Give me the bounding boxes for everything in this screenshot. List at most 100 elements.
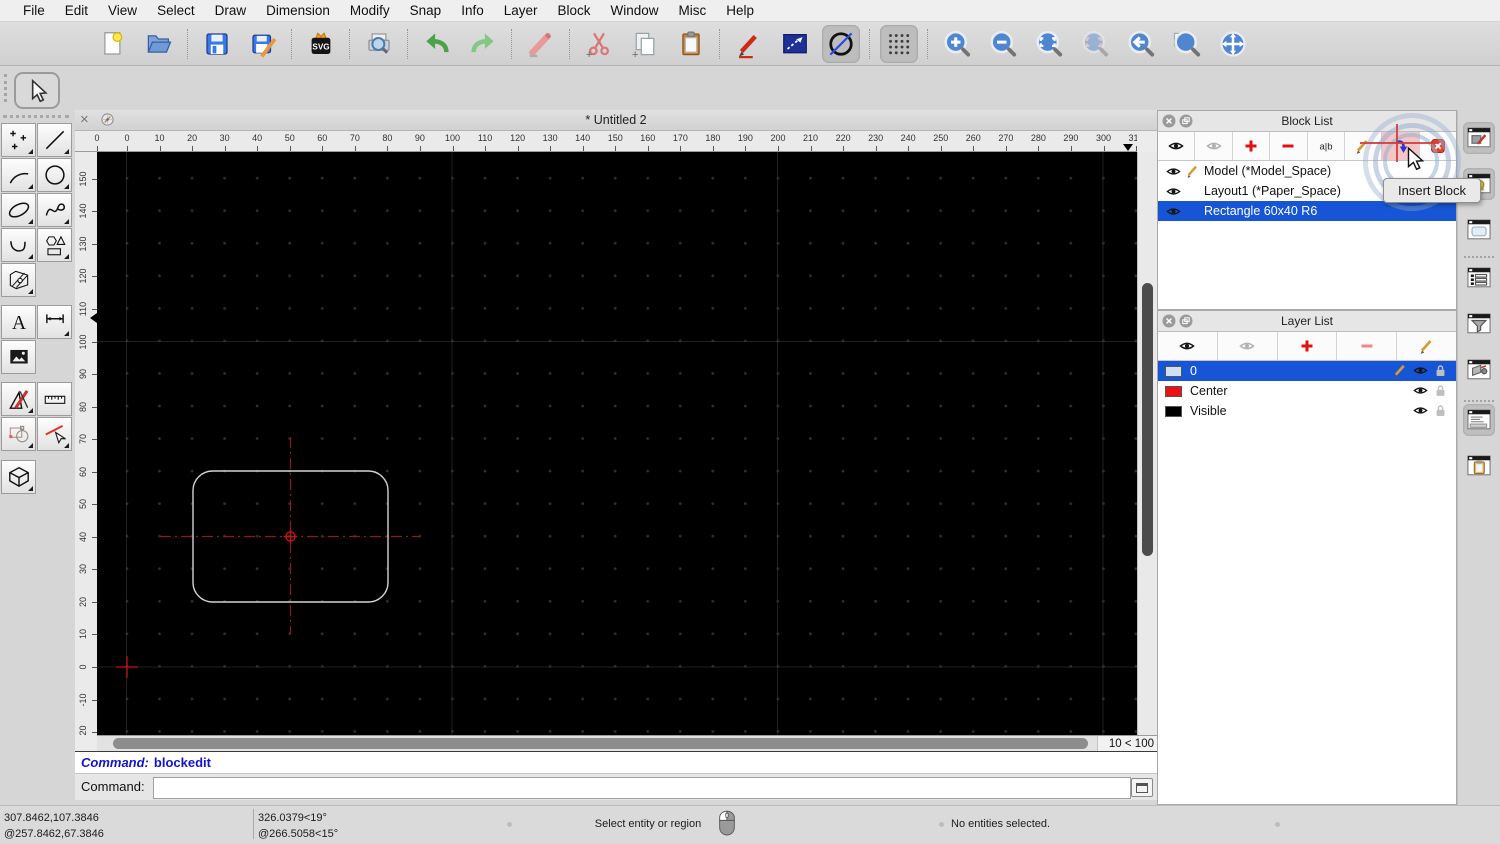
menu-block[interactable]: Block <box>548 3 601 18</box>
drawing-canvas[interactable] <box>97 152 1137 735</box>
clipboard-panel-toggle-button[interactable] <box>1463 450 1495 482</box>
save-button[interactable] <box>198 25 236 63</box>
menu-file[interactable]: File <box>13 3 55 18</box>
property-editor-toggle-button[interactable] <box>1463 122 1495 154</box>
image-tool-button[interactable] <box>1 340 36 374</box>
print-preview-button[interactable] <box>360 25 398 63</box>
solid-tool-button[interactable] <box>1 460 36 494</box>
polyline-tool-button[interactable] <box>1 228 36 262</box>
hide-all-blocks-button[interactable] <box>1195 132 1232 160</box>
circle-tool-button[interactable] <box>37 158 72 192</box>
menu-snap[interactable]: Snap <box>400 3 452 18</box>
copy-button[interactable]: + <box>626 25 664 63</box>
dimension-tool-button[interactable] <box>37 305 72 339</box>
block-visibility-eye-icon[interactable] <box>1164 164 1182 179</box>
menu-edit[interactable]: Edit <box>55 3 98 18</box>
library-browser-toggle-button[interactable] <box>1463 354 1495 386</box>
hatch-tool-button[interactable] <box>1 263 36 297</box>
view-list-panel-toggle-button[interactable] <box>1463 262 1495 294</box>
edit-entity-button[interactable] <box>730 25 768 63</box>
menu-layer[interactable]: Layer <box>494 3 548 18</box>
menu-dimension[interactable]: Dimension <box>256 3 340 18</box>
line-tool-button[interactable] <box>37 123 72 157</box>
menu-misc[interactable]: Misc <box>669 3 717 18</box>
layer-list-panel-toggle-button[interactable] <box>1463 214 1495 246</box>
menu-draw[interactable]: Draw <box>205 3 257 18</box>
panel-close-icon[interactable] <box>1162 114 1176 128</box>
selection-filter-toggle-button[interactable] <box>1463 308 1495 340</box>
shapes-tool-button[interactable] <box>37 228 72 262</box>
menu-select[interactable]: Select <box>147 3 205 18</box>
undo-button[interactable] <box>418 25 456 63</box>
panel-float-icon[interactable] <box>1179 314 1193 328</box>
horizontal-scrollbar-thumb[interactable] <box>113 738 1088 749</box>
paste-button[interactable] <box>672 25 710 63</box>
rename-block-button[interactable]: a|b <box>1308 132 1345 160</box>
horizontal-scrollbar[interactable]: 10 < 100 <box>97 735 1157 751</box>
select-tools-tool-button[interactable] <box>37 417 72 451</box>
points-tool-button[interactable] <box>1 123 36 157</box>
svg-export-button[interactable]: SVG <box>302 25 340 63</box>
zoom-out-button[interactable] <box>984 25 1022 63</box>
remove-layer-button[interactable] <box>1337 332 1397 360</box>
horizontal-ruler-cursor-marker <box>1123 144 1133 151</box>
vertical-scrollbar[interactable] <box>1137 152 1157 735</box>
block-tools-tool-button[interactable] <box>1 417 36 451</box>
measure-tool-button[interactable] <box>37 382 72 416</box>
select-entities-button[interactable] <box>776 25 814 63</box>
ellipse-tool-button[interactable] <box>1 193 36 227</box>
redo-button[interactable] <box>464 25 502 63</box>
delete-button[interactable] <box>522 25 560 63</box>
command-line-options-button[interactable] <box>1131 778 1153 797</box>
hide-all-layers-button[interactable] <box>1218 332 1278 360</box>
layer-list-item[interactable]: 0 <box>1158 361 1456 381</box>
layer-edit-pencil-icon[interactable] <box>1390 363 1410 378</box>
draft-mode-button[interactable] <box>822 25 860 63</box>
layer-list-item[interactable]: Center <box>1158 381 1456 401</box>
panel-close-icon[interactable] <box>1162 314 1176 328</box>
layer-lock-icon[interactable] <box>1430 363 1450 378</box>
layer-lock-icon[interactable] <box>1430 403 1450 418</box>
block-edit-pencil-icon[interactable] <box>1182 164 1204 178</box>
command-prompt-label: Command: <box>81 779 145 794</box>
menu-help[interactable]: Help <box>716 3 764 18</box>
block-visibility-eye-icon[interactable] <box>1164 204 1182 219</box>
block-visibility-eye-icon[interactable] <box>1164 184 1182 199</box>
zoom-selection-button[interactable] <box>1076 25 1114 63</box>
save-as-button[interactable] <box>244 25 282 63</box>
command-input[interactable] <box>153 777 1131 799</box>
zoom-previous-button[interactable] <box>1122 25 1160 63</box>
menu-modify[interactable]: Modify <box>340 3 400 18</box>
ruler-tick <box>453 146 454 151</box>
zoom-window-button[interactable] <box>1168 25 1206 63</box>
layer-visibility-eye-icon[interactable] <box>1410 403 1430 418</box>
add-block-button[interactable] <box>1233 132 1270 160</box>
menu-window[interactable]: Window <box>601 3 669 18</box>
vertical-scrollbar-thumb[interactable] <box>1142 283 1153 556</box>
layer-list-item[interactable]: Visible <box>1158 401 1456 421</box>
edit-layer-button[interactable] <box>1397 332 1456 360</box>
menu-view[interactable]: View <box>98 3 147 18</box>
layer-visibility-eye-icon[interactable] <box>1410 383 1430 398</box>
layer-visibility-eye-icon[interactable] <box>1410 363 1430 378</box>
show-all-blocks-button[interactable] <box>1158 132 1195 160</box>
text-tool-button[interactable]: A <box>1 305 36 339</box>
new-file-button[interactable] <box>94 25 132 63</box>
layer-lock-icon[interactable] <box>1430 383 1450 398</box>
open-file-button[interactable] <box>140 25 178 63</box>
modify-tool-button[interactable] <box>1 382 36 416</box>
command-line-panel-toggle-button[interactable] <box>1463 404 1495 436</box>
grid-toggle-button[interactable] <box>880 25 918 63</box>
cut-button[interactable]: + <box>580 25 618 63</box>
zoom-in-button[interactable] <box>938 25 976 63</box>
menu-info[interactable]: Info <box>451 3 494 18</box>
remove-block-button[interactable] <box>1270 132 1307 160</box>
selection-tool-button[interactable] <box>14 72 60 109</box>
arc-tool-button[interactable] <box>1 158 36 192</box>
zoom-auto-button[interactable] <box>1030 25 1068 63</box>
add-layer-button[interactable] <box>1278 332 1338 360</box>
panel-float-icon[interactable] <box>1179 114 1193 128</box>
spline-tool-button[interactable] <box>37 193 72 227</box>
show-all-layers-button[interactable] <box>1158 332 1218 360</box>
pan-button[interactable] <box>1214 25 1252 63</box>
